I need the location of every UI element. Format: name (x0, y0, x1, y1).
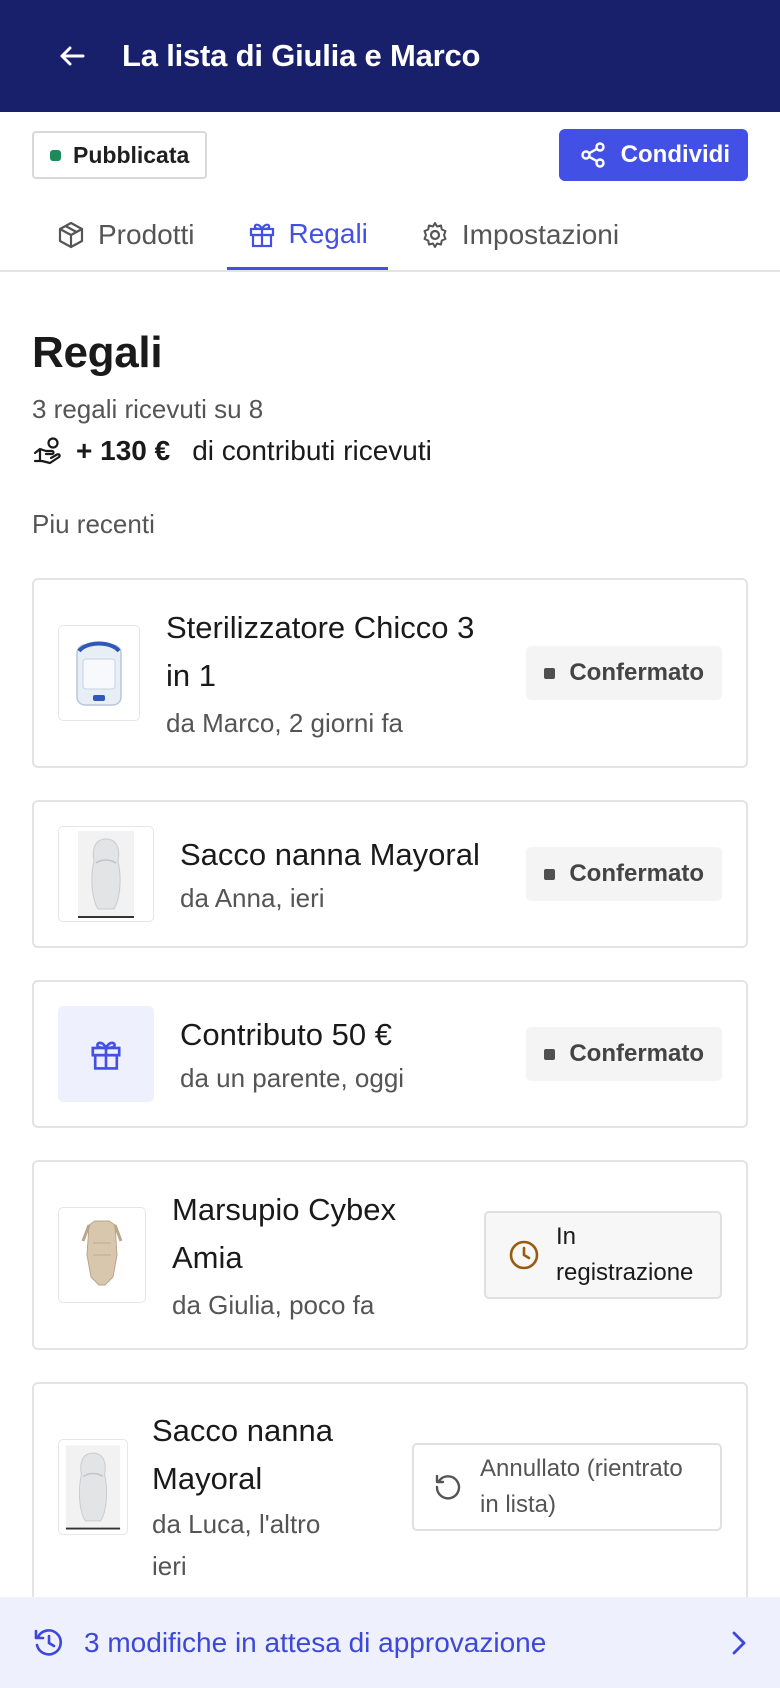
contributions-summary: + 130 € di contributi ricevuti (32, 435, 748, 467)
gift-info: Marsupio Cybex Amia da Giulia, poco fa (172, 1186, 464, 1324)
gift-meta: da Giulia, poco fa (172, 1290, 375, 1320)
gift-info: Contributo 50 € da un parente, oggi (180, 1011, 506, 1097)
status-badge: Confermato (526, 1027, 722, 1081)
contributions-label: di contributi ricevuti (192, 435, 432, 466)
gift-icon (249, 223, 274, 247)
gift-title: Marsupio Cybex Amia (172, 1192, 396, 1275)
tab-prodotti[interactable]: Prodotti (36, 200, 215, 270)
gift-title: Sacco nanna Mayoral (152, 1413, 333, 1496)
baby-carrier-image-icon (81, 1220, 123, 1286)
gift-info: Sacco nanna Mayoral da Luca, l'altro ier… (152, 1407, 392, 1587)
arrow-left-icon (60, 46, 85, 66)
hand-coin-icon (33, 437, 61, 465)
status-label: In registrazione (556, 1223, 694, 1286)
share-button-label: Condividi (620, 141, 730, 168)
tab-label: Regali (288, 217, 368, 249)
sleeping-bag-image-icon (78, 831, 134, 918)
product-image (58, 1207, 146, 1303)
status-badge: Pubblicata (32, 131, 208, 179)
tab-bar: Prodotti Regali Impostazioni (0, 200, 780, 272)
box-icon (58, 221, 84, 249)
status-dot (50, 149, 61, 161)
status-dot (544, 1048, 556, 1060)
tab-label: Impostazioni (461, 219, 620, 250)
sterilizer-image-icon (76, 641, 122, 706)
gift-title: Sacco nanna Mayoral (180, 837, 480, 872)
status-badge-cancelled: Annullato (rientrato in lista) (412, 1443, 722, 1531)
status-label: Confermato (569, 1040, 704, 1067)
status-dot (544, 667, 556, 679)
recent-label: Piu recenti (32, 509, 155, 539)
gift-title: Contributo 50 € (180, 1017, 392, 1052)
pending-changes-label: 3 modifiche in attesa di approvazione (84, 1626, 547, 1658)
gift-meta: da Marco, 2 giorni fa (166, 708, 404, 738)
tab-regali[interactable]: Regali (226, 200, 388, 270)
section-title: Regali (32, 328, 163, 377)
gear-icon (423, 222, 447, 248)
history-icon (34, 1628, 62, 1656)
gift-info: Sacco nanna Mayoral da Anna, ieri (180, 831, 506, 917)
undo-icon (435, 1474, 461, 1500)
status-label: Annullato (rientrato in lista) (480, 1455, 683, 1518)
contribution-thumbnail (58, 1006, 154, 1102)
gift-card[interactable]: Sterilizzatore Chicco 3 in 1 da Marco, 2… (32, 578, 748, 768)
page-title: La lista di Giulia e Marco (122, 38, 481, 73)
status-row: Pubblicata Condividi (0, 112, 780, 182)
clock-icon (509, 1240, 539, 1270)
pending-changes-bar[interactable]: 3 modifiche in attesa di approvazione (0, 1597, 780, 1688)
status-label: Confermato (569, 659, 704, 686)
gift-card[interactable]: Marsupio Cybex Amia da Giulia, poco fa I… (32, 1160, 748, 1350)
status-dot (544, 868, 556, 880)
contributions-amount: + 130 € (76, 435, 171, 466)
product-image (58, 1439, 128, 1535)
status-badge: Confermato (526, 847, 722, 901)
status-badge-pending: In registrazione (484, 1211, 722, 1299)
tab-impostazioni[interactable]: Impostazioni (400, 200, 639, 270)
gift-meta: da Luca, l'altro ieri (152, 1509, 321, 1581)
status-badge-label: Pubblicata (73, 141, 190, 168)
back-button[interactable] (54, 38, 90, 74)
product-image (58, 625, 140, 721)
gift-meta: da un parente, oggi (180, 1063, 405, 1093)
gift-card[interactable]: Sacco nanna Mayoral da Anna, ieri Confer… (32, 800, 748, 948)
gift-title: Sterilizzatore Chicco 3 in 1 (166, 610, 475, 693)
sleeping-bag-image-icon (65, 1445, 121, 1530)
gift-info: Sterilizzatore Chicco 3 in 1 da Marco, 2… (166, 604, 506, 742)
gift-card[interactable]: Sacco nanna Mayoral da Luca, l'altro ier… (32, 1382, 748, 1622)
gift-meta: da Anna, ieri (180, 883, 325, 913)
gifts-summary: 3 regali ricevuti su 8 (32, 394, 264, 424)
share-icon (580, 142, 605, 168)
gift-icon (91, 1041, 121, 1070)
status-label: Confermato (569, 860, 704, 887)
gifts-section: Regali 3 regali ricevuti su 8 + 130 € di… (0, 328, 780, 540)
chevron-right-icon (732, 1631, 746, 1654)
gift-card[interactable]: Contributo 50 € da un parente, oggi Conf… (32, 980, 748, 1128)
status-badge: Confermato (526, 646, 722, 700)
app-header: La lista di Giulia e Marco (0, 0, 780, 112)
product-image (58, 826, 154, 922)
share-button[interactable]: Condividi (558, 129, 748, 181)
tab-label: Prodotti (98, 219, 195, 250)
